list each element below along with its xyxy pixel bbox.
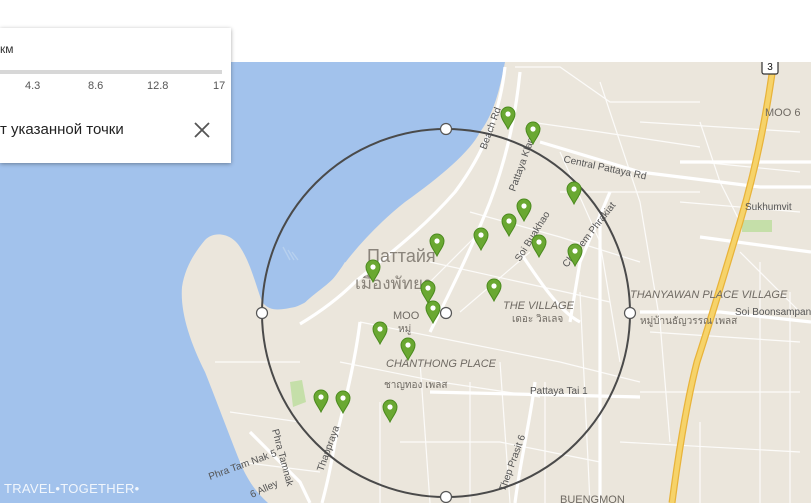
r-sukhumvit-label: Sukhumvit <box>745 202 792 213</box>
lbl-than-th-label: หมู่บ้านธัญวรรณ เพลส <box>640 315 737 327</box>
scale-tick: 4.3 <box>25 80 41 92</box>
radius-handle-right[interactable] <box>623 306 637 320</box>
r-boonsampan-label: Soi Boonsampan <box>735 307 811 318</box>
distance-unit-label: км <box>0 42 14 56</box>
scale-tick: 12.8 <box>147 80 169 92</box>
lbl-village-th-label: เดอะ วิลเลจ <box>512 314 563 325</box>
highway-shield: 3 <box>761 62 779 75</box>
lbl-village-label: THE VILLAGE <box>503 300 575 312</box>
scale-tick: 17 <box>213 80 226 92</box>
lbl-moo-th-label: หมู่ <box>398 324 411 335</box>
radius-handle-top[interactable] <box>439 122 453 136</box>
park-area-east <box>742 220 772 232</box>
radius-center-handle[interactable] <box>439 306 453 320</box>
lbl-moo-label: MOO <box>393 310 420 322</box>
radius-handle-left[interactable] <box>255 306 269 320</box>
r-tai1-label: Pattaya Tai 1 <box>530 386 588 397</box>
watermark: TRAVEL•TOGETHER• <box>4 481 140 496</box>
lbl-chan-th-label: ชาญทอง เพลส <box>384 380 447 391</box>
radius-panel: км 4.3 8.6 12.8 17 т указанной точки <box>0 28 231 163</box>
scale-tick: 8.6 <box>88 80 104 92</box>
lbl-bueng-label: BUENGMON <box>560 494 625 503</box>
lbl-than1-label: THANYAWAN PLACE VILLAGE <box>630 289 788 301</box>
close-icon[interactable] <box>192 120 212 140</box>
distance-slider-track[interactable] <box>0 70 222 74</box>
lbl-chan1-label: CHANTHONG PLACE <box>386 358 497 370</box>
hwy-label: 3 <box>767 62 773 73</box>
lbl-moo6-label: MOO 6 <box>765 107 800 119</box>
radius-description: т указанной точки <box>0 121 124 138</box>
radius-handle-bottom[interactable] <box>439 490 453 503</box>
